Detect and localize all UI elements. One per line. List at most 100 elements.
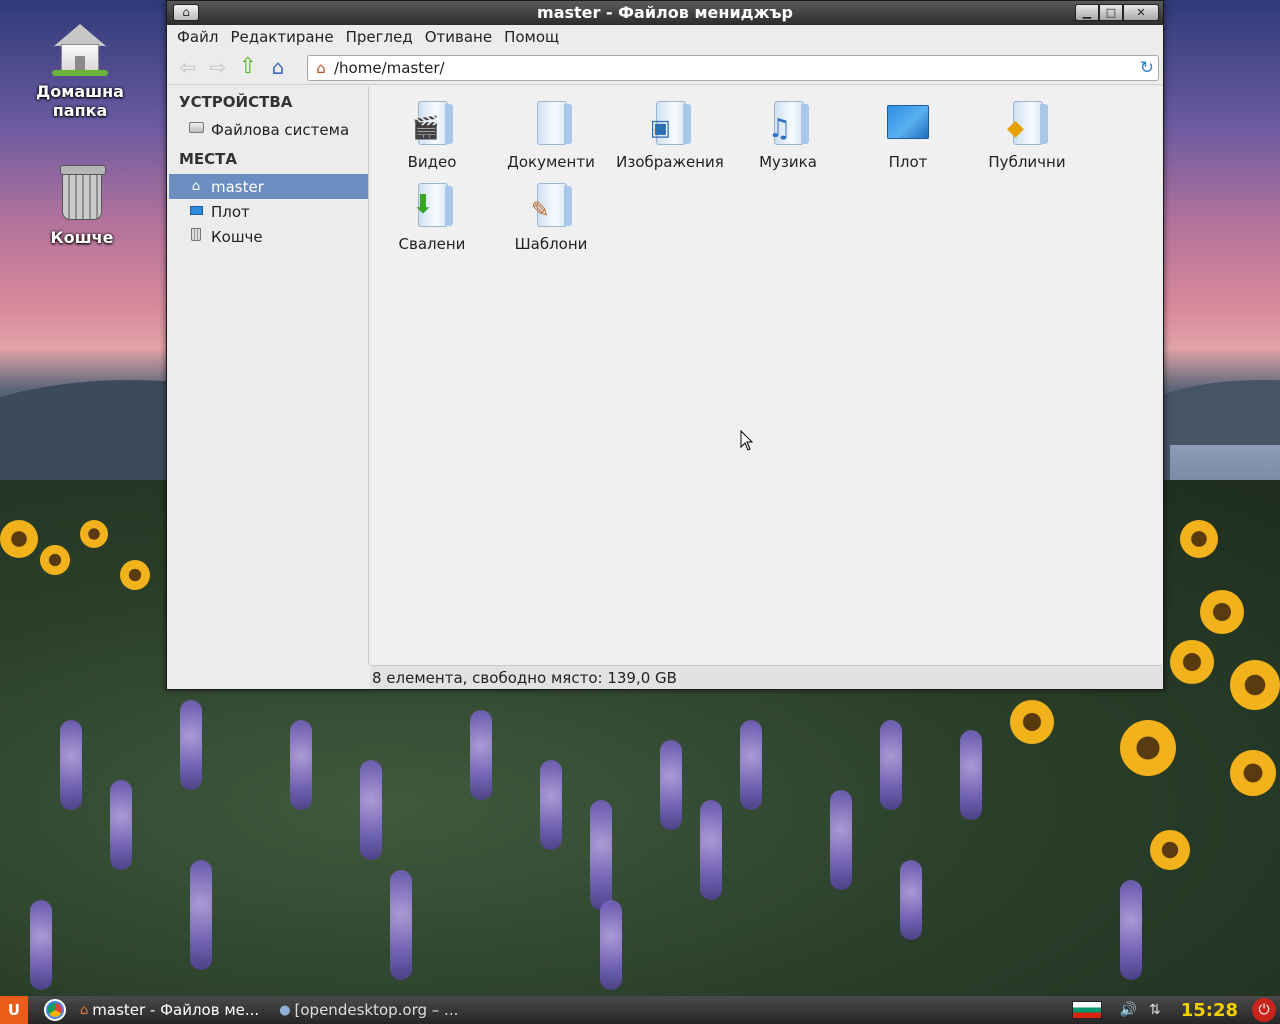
maximize-button[interactable]: □ [1099,4,1123,21]
wallpaper-flower [120,560,150,590]
wallpaper-flower [1170,640,1214,684]
trash-icon [187,228,205,245]
home-icon: ⌂ [271,54,285,79]
public-folder-icon: ◆ [1003,99,1051,147]
file-item-downloads[interactable]: ⬇ Свалени [372,181,492,253]
start-menu-button[interactable]: U [0,996,28,1024]
task-label: [opendesktop.org – ... [294,1001,459,1019]
menu-edit[interactable]: Редактиране [224,28,339,46]
up-button[interactable]: ⇧ [233,52,263,82]
menu-view[interactable]: Преглед [340,28,419,46]
task-file-manager[interactable]: ⌂ master - Файлов ме... [74,998,265,1022]
wallpaper-flower [390,870,412,980]
file-label: Видео [407,153,457,171]
window-titlebar[interactable]: ⌂ master - Файлов мениджър ▁ □ ✕ [167,1,1163,25]
wallpaper-flower [740,720,762,810]
templates-folder-icon: ✎ [527,181,575,229]
wallpaper-flower [470,710,492,800]
wallpaper-flower [1230,750,1276,796]
file-label: Документи [507,153,595,171]
menu-go[interactable]: Отиване [419,28,498,46]
music-folder-icon: ♫ [764,99,812,147]
sidebar-item-label: Плот [211,202,250,221]
downloads-folder-icon: ⬇ [408,181,456,229]
back-button[interactable]: ⇦ [173,52,203,82]
wallpaper-flower [30,900,52,990]
sidebar-item-trash[interactable]: Кошче [169,224,368,249]
file-label: Изображения [616,153,724,171]
wallpaper-flower [600,900,622,990]
mouse-cursor-icon [740,430,754,451]
sidebar-item-filesystem[interactable]: Файлова система [169,117,368,142]
forward-arrow-icon: ⇨ [209,54,227,79]
task-browser[interactable]: ● [opendesktop.org – ... [273,998,464,1022]
forward-button[interactable]: ⇨ [203,52,233,82]
volume-icon[interactable]: 🔊 [1120,1002,1137,1018]
home-icon: ⌂ [80,1002,89,1018]
clock[interactable]: 15:28 [1181,1000,1238,1021]
wallpaper-flower [900,860,922,940]
wallpaper-flower [590,800,612,910]
wallpaper-flower [1200,590,1244,634]
menu-help[interactable]: Помощ [498,28,565,46]
wallpaper-flower [1180,520,1218,558]
file-view[interactable]: 🎬 Видео Документи ▣ Изображения ♫ Музика… [370,87,1162,665]
browser-launcher-icon[interactable] [44,999,66,1021]
wallpaper-flower [960,730,982,820]
sidebar-item-desktop[interactable]: Плот [169,199,368,224]
desktop-trash[interactable]: Кошче [22,165,142,247]
wallpaper-flower [1150,830,1190,870]
file-label: Шаблони [514,235,588,253]
wallpaper-flower [1120,880,1142,980]
window-title: master - Файлов мениджър [537,3,793,22]
network-icon[interactable]: ⇅ [1149,1002,1161,1018]
wallpaper-flower [0,520,38,558]
sidebar-item-label: master [211,177,264,196]
close-button[interactable]: ✕ [1123,4,1159,21]
taskbar: U ⌂ master - Файлов ме... ● [opendesktop… [0,996,1280,1024]
wallpaper-flower [110,780,132,870]
wallpaper-flower [80,520,108,548]
wallpaper-flower [40,545,70,575]
system-tray: 🔊 ⇅ 15:28 ⏻ [1071,996,1280,1024]
minimize-button[interactable]: ▁ [1075,4,1099,21]
file-item-pictures[interactable]: ▣ Изображения [610,99,730,171]
power-icon[interactable]: ⏻ [1252,998,1276,1022]
home-icon: ⌂ [191,179,201,194]
wallpaper-flower [290,720,312,810]
file-item-desktop[interactable]: Плот [848,99,968,171]
refresh-icon[interactable]: ↻ [1140,58,1154,78]
file-item-videos[interactable]: 🎬 Видео [372,99,492,171]
wallpaper-flower [60,720,82,810]
video-folder-icon: 🎬 [408,99,456,147]
pictures-folder-icon: ▣ [646,99,694,147]
sidebar-item-master[interactable]: ⌂ master [169,174,368,199]
desktop-home-folder[interactable]: Домашна папка [20,22,140,120]
file-item-documents[interactable]: Документи [491,99,611,171]
trash-icon [60,165,106,220]
desktop-trash-label: Кошче [50,228,114,247]
file-item-public[interactable]: ◆ Публични [967,99,1087,171]
location-bar[interactable]: ⌂ /home/master/ ↻ [307,55,1159,81]
drive-icon [187,122,205,137]
home-button[interactable]: ⌂ [263,52,293,82]
status-bar: 8 елемента, свободно място: 139,0 GB [370,665,1162,689]
sidebar-places-heading: МЕСТА [179,150,238,168]
wallpaper-flower [700,800,722,900]
file-item-music[interactable]: ♫ Музика [728,99,848,171]
desktop-icon [187,204,205,219]
browser-icon: ● [279,1002,291,1018]
sidebar-item-label: Файлова система [211,120,350,139]
file-label: Плот [888,153,928,171]
wallpaper-flower [1010,700,1054,744]
keyboard-layout-flag-icon[interactable] [1071,1001,1102,1019]
file-label: Музика [759,153,817,171]
wallpaper-flower [540,760,562,850]
sidebar-devices-heading: УСТРОЙСТВА [179,93,293,111]
file-item-templates[interactable]: ✎ Шаблони [491,181,611,253]
menubar: Файл Редактиране Преглед Отиване Помощ [167,25,1163,49]
file-label: Публични [988,153,1066,171]
wallpaper-flower [880,720,902,810]
menu-file[interactable]: Файл [171,28,224,46]
wallpaper-flower [1120,720,1176,776]
